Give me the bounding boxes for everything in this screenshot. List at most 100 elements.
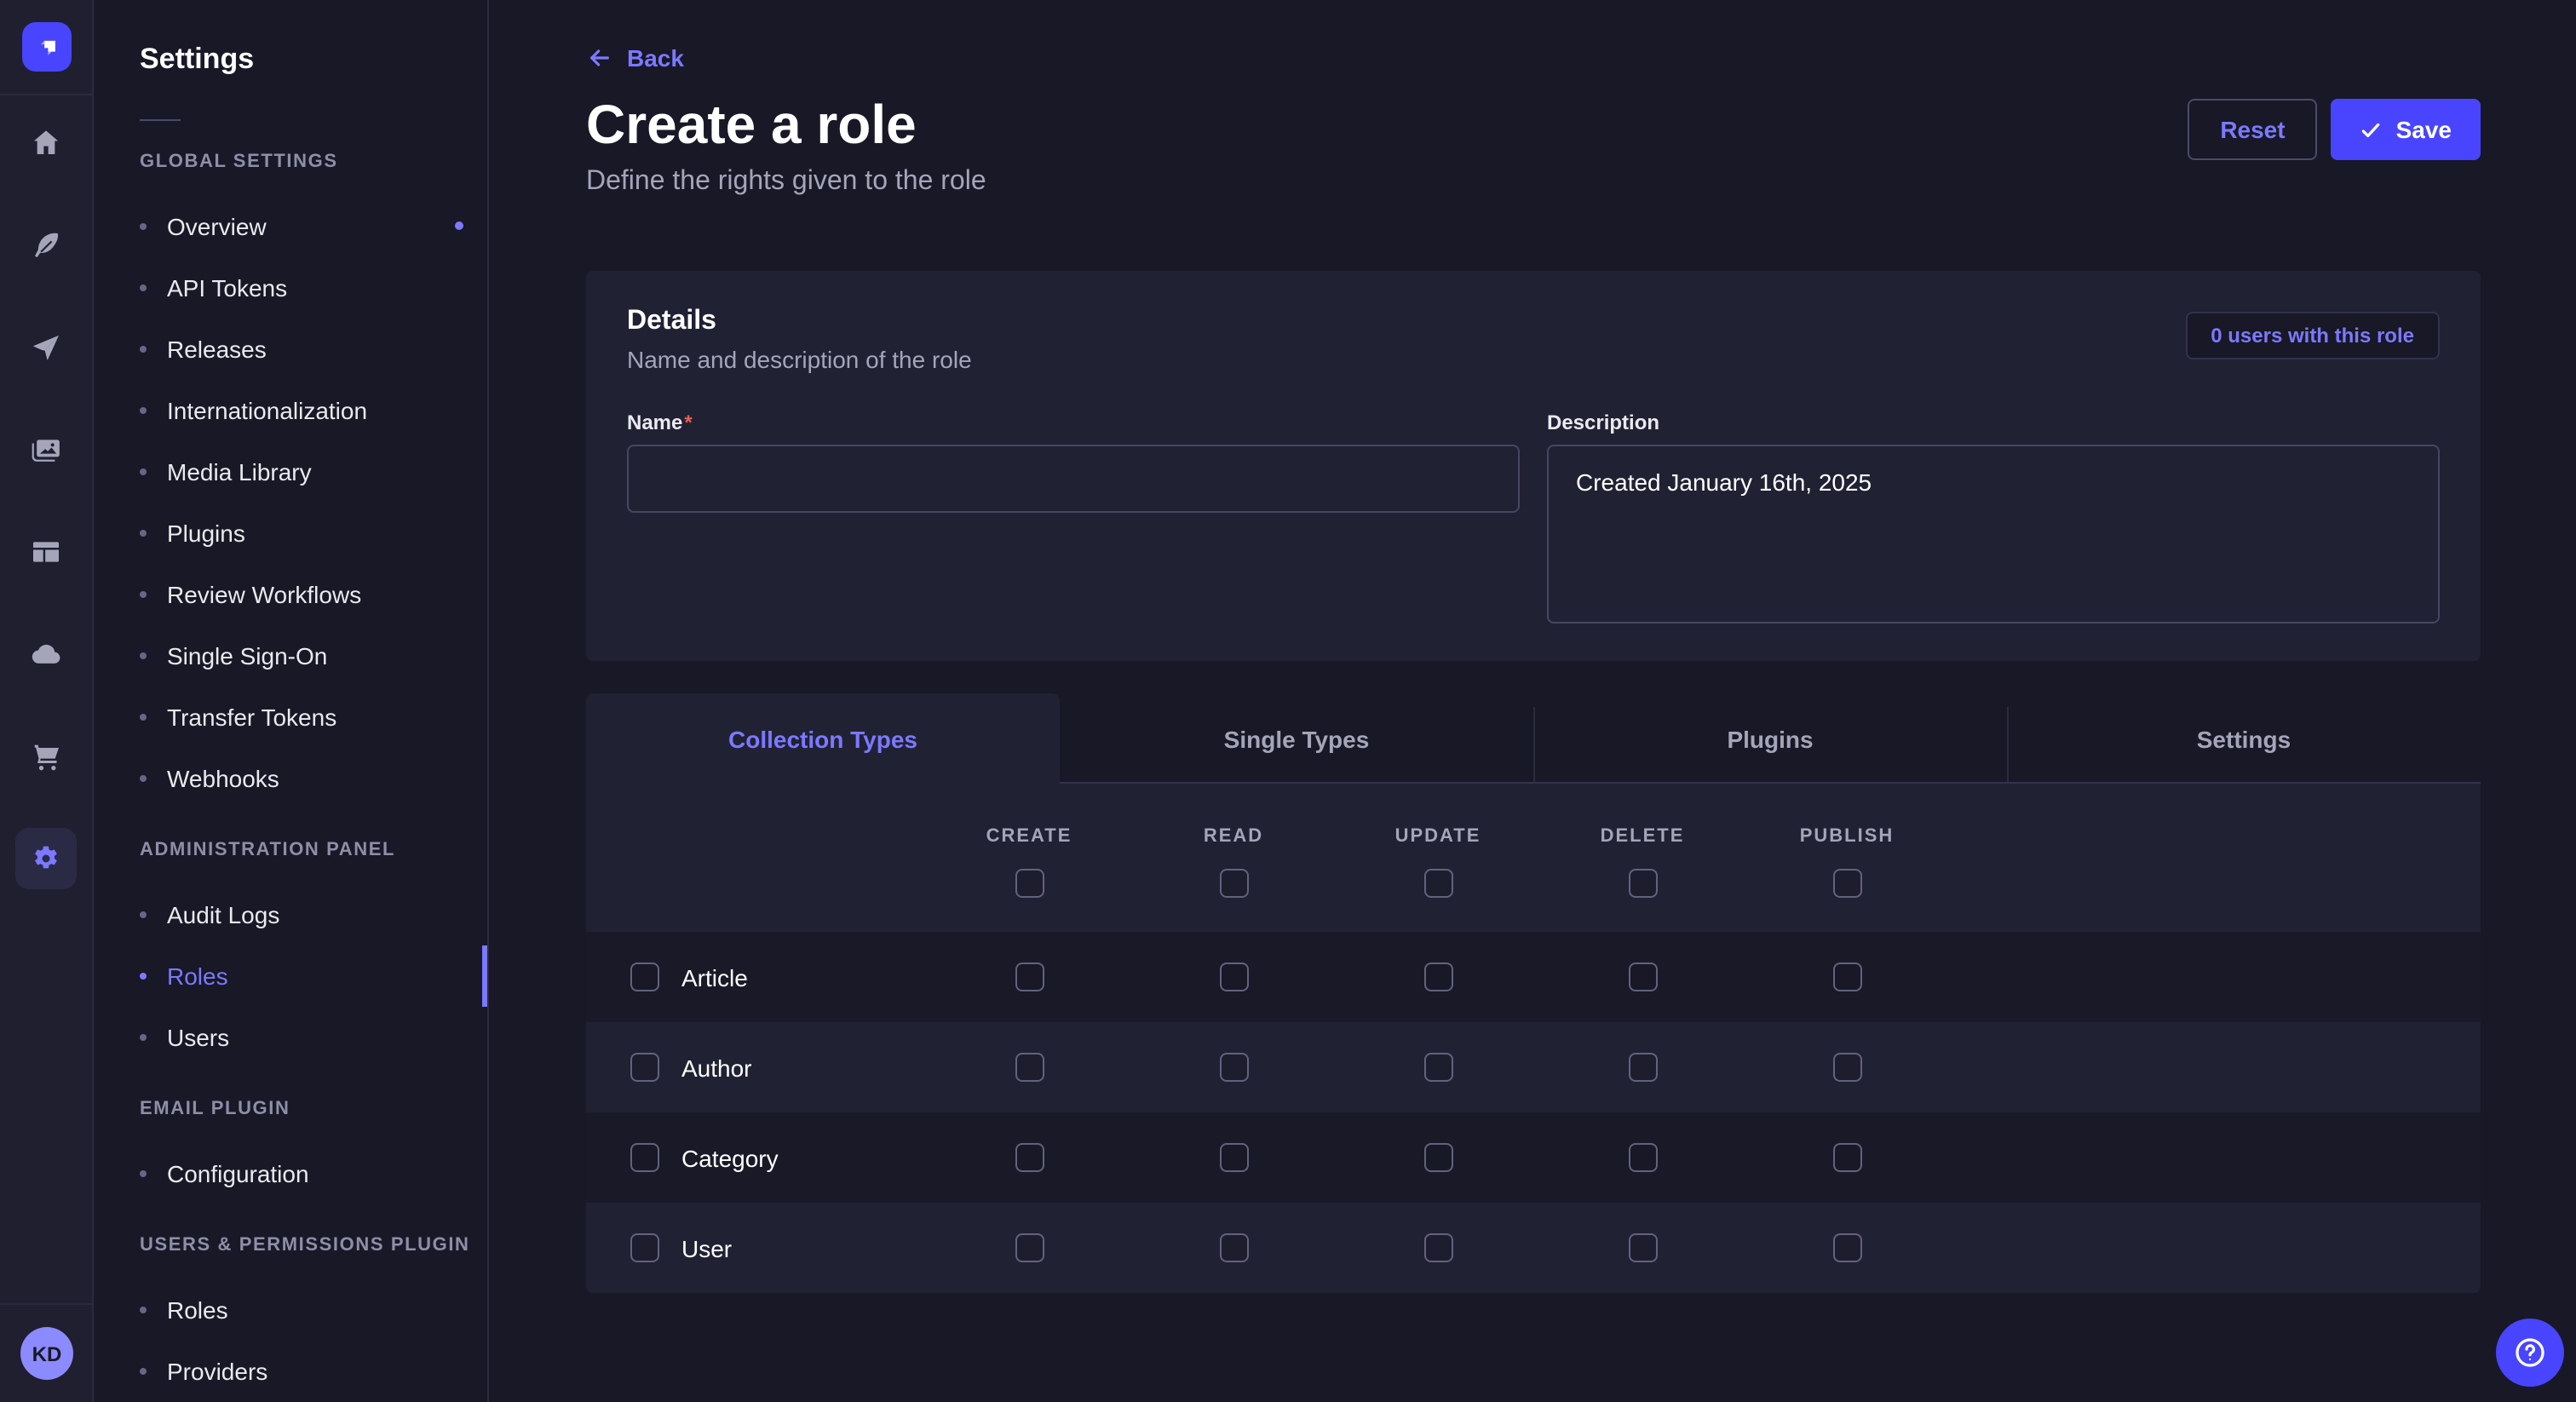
paper-plane-icon[interactable] <box>15 317 77 378</box>
user-create-checkbox[interactable] <box>1015 1233 1044 1262</box>
description-label: Description <box>1547 411 2440 434</box>
row-label: Author <box>681 1054 752 1081</box>
select-all-publish-checkbox[interactable] <box>1832 869 1861 898</box>
cell-publish <box>1745 1053 1949 1082</box>
avatar[interactable]: KD <box>20 1327 73 1380</box>
author-create-checkbox[interactable] <box>1015 1053 1044 1082</box>
row-select-checkbox[interactable] <box>630 1233 659 1262</box>
bullet-icon <box>140 652 147 659</box>
user-read-checkbox[interactable] <box>1219 1233 1248 1262</box>
article-create-checkbox[interactable] <box>1015 962 1044 991</box>
reset-button[interactable]: Reset <box>2188 99 2317 160</box>
author-delete-checkbox[interactable] <box>1628 1053 1657 1082</box>
sidebar-item-label: Roles <box>167 1296 228 1324</box>
row-label-cell: Author <box>586 1053 927 1082</box>
column-header-read: READ <box>1131 825 1336 932</box>
settings-gear-icon-glyph <box>29 842 63 876</box>
settings-gear-icon[interactable] <box>15 828 77 889</box>
row-select-checkbox[interactable] <box>630 1053 659 1082</box>
sidebar-item-webhooks[interactable]: Webhooks <box>95 748 487 809</box>
sidebar-item-single-sign-on[interactable]: Single Sign-On <box>95 625 487 687</box>
article-publish-checkbox[interactable] <box>1832 962 1861 991</box>
help-button[interactable] <box>2496 1319 2564 1387</box>
category-update-checkbox[interactable] <box>1423 1143 1452 1172</box>
content-manager-icon[interactable] <box>15 521 77 583</box>
row-label: Article <box>681 963 748 991</box>
cell-read <box>1131 1233 1336 1262</box>
category-create-checkbox[interactable] <box>1015 1143 1044 1172</box>
cell-create <box>927 1053 1131 1082</box>
name-input[interactable] <box>627 445 1520 513</box>
sidebar-item-plugins[interactable]: Plugins <box>95 503 487 564</box>
check-icon <box>2360 118 2383 141</box>
cell-read <box>1131 1143 1336 1172</box>
section-label: USERS & PERMISSIONS PLUGIN <box>140 1235 487 1255</box>
feather-icon[interactable] <box>15 215 77 276</box>
bullet-icon <box>140 1368 147 1375</box>
bullet-icon <box>140 530 147 537</box>
back-link[interactable]: Back <box>586 44 684 72</box>
author-update-checkbox[interactable] <box>1423 1053 1452 1082</box>
user-update-checkbox[interactable] <box>1423 1233 1452 1262</box>
sidebar-item-label: Users <box>167 1024 229 1051</box>
category-delete-checkbox[interactable] <box>1628 1143 1657 1172</box>
sidebar-item-media-library[interactable]: Media Library <box>95 441 487 503</box>
users-with-role-button[interactable]: 0 users with this role <box>2185 312 2440 359</box>
rail-divider-top <box>0 94 92 95</box>
sidebar-item-users[interactable]: Users <box>95 1007 487 1068</box>
sidebar-item-providers[interactable]: Providers <box>95 1341 487 1402</box>
sidebar-item-roles[interactable]: Roles <box>95 945 487 1007</box>
row-select-checkbox[interactable] <box>630 962 659 991</box>
select-all-update-checkbox[interactable] <box>1423 869 1452 898</box>
sidebar-item-transfer-tokens[interactable]: Transfer Tokens <box>95 687 487 748</box>
user-delete-checkbox[interactable] <box>1628 1233 1657 1262</box>
cell-publish <box>1745 962 1949 991</box>
permission-row-user: User <box>586 1203 2481 1293</box>
select-all-create-checkbox[interactable] <box>1015 869 1044 898</box>
sidebar-item-internationalization[interactable]: Internationalization <box>95 380 487 441</box>
cell-delete <box>1540 1053 1745 1082</box>
user-publish-checkbox[interactable] <box>1832 1233 1861 1262</box>
save-button[interactable]: Save <box>2332 99 2481 160</box>
permissions-table-header: CREATEREADUPDATEDELETEPUBLISH <box>586 784 2481 932</box>
sidebar-item-review-workflows[interactable]: Review Workflows <box>95 564 487 625</box>
sidebar-item-releases[interactable]: Releases <box>95 319 487 380</box>
column-header-create: CREATE <box>927 825 1131 932</box>
cell-create <box>927 1233 1131 1262</box>
header-actions: Reset Save <box>2188 99 2481 160</box>
row-select-checkbox[interactable] <box>630 1143 659 1172</box>
category-publish-checkbox[interactable] <box>1832 1143 1861 1172</box>
sidebar-item-configuration[interactable]: Configuration <box>95 1143 487 1204</box>
select-all-read-checkbox[interactable] <box>1219 869 1248 898</box>
cell-create <box>927 962 1131 991</box>
sidebar-item-api-tokens[interactable]: API Tokens <box>95 257 487 319</box>
cell-update <box>1336 1143 1540 1172</box>
media-library-icon[interactable] <box>15 419 77 480</box>
tab-plugins[interactable]: Plugins <box>1533 693 2007 784</box>
sidebar-item-overview[interactable]: Overview <box>95 196 487 257</box>
category-read-checkbox[interactable] <box>1219 1143 1248 1172</box>
tab-single-types[interactable]: Single Types <box>1060 693 1533 784</box>
author-publish-checkbox[interactable] <box>1832 1053 1861 1082</box>
bullet-icon <box>140 346 147 353</box>
tab-collection-types[interactable]: Collection Types <box>586 693 1060 784</box>
sidebar-item-audit-logs[interactable]: Audit Logs <box>95 884 487 945</box>
strapi-logo[interactable] <box>22 22 72 72</box>
main-content: Back Create a role Define the rights giv… <box>491 0 2576 1402</box>
cloud-icon[interactable] <box>15 623 77 685</box>
author-read-checkbox[interactable] <box>1219 1053 1248 1082</box>
sidebar-item-roles[interactable]: Roles <box>95 1279 487 1341</box>
description-textarea[interactable] <box>1547 445 2440 623</box>
content-manager-icon-glyph <box>29 535 63 569</box>
article-update-checkbox[interactable] <box>1423 962 1452 991</box>
bullet-icon <box>140 775 147 782</box>
page-subtitle: Define the rights given to the role <box>586 167 986 198</box>
home-icon[interactable] <box>15 112 77 174</box>
tab-settings[interactable]: Settings <box>2007 693 2481 784</box>
select-all-delete-checkbox[interactable] <box>1628 869 1657 898</box>
column-label: PUBLISH <box>1800 825 1895 848</box>
bullet-icon <box>140 591 147 598</box>
marketplace-cart-icon[interactable] <box>15 726 77 787</box>
article-delete-checkbox[interactable] <box>1628 962 1657 991</box>
article-read-checkbox[interactable] <box>1219 962 1248 991</box>
